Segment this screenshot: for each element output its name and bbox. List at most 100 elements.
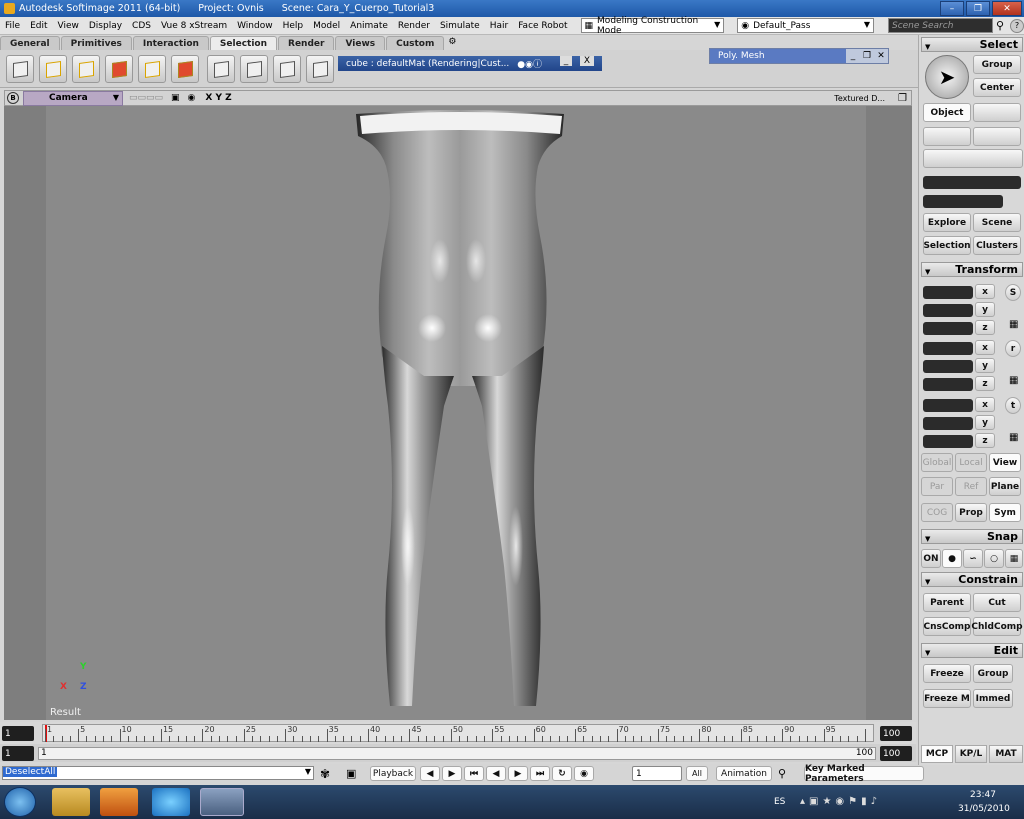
key-icon[interactable]: ⚲: [778, 767, 786, 780]
mode-dropdown[interactable]: ▦ Modeling Construction Mode ▼: [580, 16, 725, 36]
selection-button[interactable]: Selection: [923, 236, 971, 255]
selection-field-1[interactable]: [923, 176, 1021, 189]
translate-z-field[interactable]: [923, 435, 973, 448]
tab-mat[interactable]: MAT: [989, 745, 1023, 763]
translate-y-field[interactable]: [923, 417, 973, 430]
clock-date[interactable]: 31/05/2010: [958, 804, 1010, 814]
menu-simulate[interactable]: Simulate: [435, 21, 485, 31]
poly-minimize-button[interactable]: _: [846, 51, 860, 61]
range-start-field[interactable]: 1: [2, 746, 34, 761]
explorer-taskbar-icon[interactable]: [52, 788, 90, 816]
poly-restore-button[interactable]: ❐: [860, 51, 874, 61]
maximize-button[interactable]: ❐: [966, 1, 990, 16]
key-marked-parameters-button[interactable]: Key Marked Parameters: [804, 764, 924, 784]
help-icon[interactable]: ?: [1010, 18, 1024, 33]
translate-t-button[interactable]: t: [1005, 397, 1021, 414]
material-close-button[interactable]: X: [580, 56, 594, 66]
cut-button[interactable]: Cut: [973, 593, 1021, 612]
rotate-r-button[interactable]: r: [1005, 340, 1021, 357]
prop-button[interactable]: Prop: [955, 503, 987, 522]
snap-grid-icon[interactable]: ▦: [1005, 549, 1023, 568]
menu-cds[interactable]: CDS: [127, 21, 156, 31]
rotate-y-label[interactable]: y: [975, 358, 995, 373]
translate-lock-icon[interactable]: ▦: [1009, 432, 1018, 443]
internet-explorer-taskbar-icon[interactable]: [152, 788, 190, 816]
cog-button[interactable]: COG: [921, 503, 953, 522]
playback-button[interactable]: Playback: [370, 766, 416, 781]
scale-y-label[interactable]: y: [975, 302, 995, 317]
snap-point-icon[interactable]: ●: [942, 549, 962, 568]
softimage-taskbar-icon[interactable]: [200, 788, 244, 816]
parent-button[interactable]: Parent: [923, 593, 971, 612]
select-rectangle-tool[interactable]: [171, 55, 199, 83]
all-button[interactable]: All: [686, 766, 708, 781]
scale-lock-icon[interactable]: ▦: [1009, 319, 1018, 330]
loop-icon[interactable]: ↻: [552, 766, 572, 781]
timeline-end-field[interactable]: 100: [880, 726, 912, 741]
constrain-header[interactable]: ▼ Constrain: [921, 572, 1023, 587]
local-button[interactable]: Local: [955, 453, 987, 472]
edit-header[interactable]: ▼ Edit: [921, 643, 1023, 658]
animation-button[interactable]: Animation: [716, 766, 772, 781]
scene-search-input[interactable]: Scene Search: [887, 18, 994, 33]
menu-hair[interactable]: Hair: [485, 21, 513, 31]
last-frame-button[interactable]: ⏭: [530, 766, 550, 781]
first-frame-button[interactable]: ◀: [420, 766, 440, 781]
snap-surface-icon[interactable]: ○: [984, 549, 1004, 568]
sym-button[interactable]: Sym: [989, 503, 1021, 522]
poly-close-button[interactable]: ✕: [874, 51, 888, 61]
select-freeform-tool[interactable]: [240, 55, 268, 83]
pass-dropdown[interactable]: ◉ Default_Pass ▼: [737, 18, 874, 33]
3d-viewport[interactable]: Y X Z Result: [4, 106, 912, 720]
menu-vue[interactable]: Vue 8 xStream: [156, 21, 232, 31]
lock-icon[interactable]: ▣: [346, 767, 356, 780]
select-paint-tool[interactable]: [273, 55, 301, 83]
translate-x-label[interactable]: x: [975, 397, 995, 412]
viewport-toggle-buttons[interactable]: ▭▭▭▭: [129, 93, 163, 103]
range-bar[interactable]: 1 1 100 100: [0, 744, 916, 762]
scale-z-field[interactable]: [923, 322, 973, 335]
menu-model[interactable]: Model: [308, 21, 345, 31]
object-button[interactable]: Object: [923, 103, 971, 122]
eye-icon[interactable]: ◉: [188, 93, 196, 103]
scale-z-label[interactable]: z: [975, 320, 995, 335]
snap-header[interactable]: ▼ Snap: [921, 529, 1023, 544]
global-button[interactable]: Global: [921, 453, 953, 472]
scale-x-field[interactable]: [923, 286, 973, 299]
chldcomp-button[interactable]: ChldComp: [971, 617, 1023, 636]
camera-dropdown[interactable]: Camera ▼: [23, 90, 123, 106]
rewind-button[interactable]: ⏮: [464, 766, 484, 781]
timeline-ruler[interactable]: 1 5 10 15 20 25 30 35 40 45 50 55 60 65 70 75 80 85 90 95: [42, 724, 874, 742]
tab-options-icon[interactable]: ⚙: [448, 37, 456, 49]
select-point-tool[interactable]: [72, 55, 100, 83]
view-button[interactable]: View: [989, 453, 1021, 472]
timeline[interactable]: 1 1 5 10 15 20 25 30 35 40 45 50 55 60 65 70 75 80 85 90 95…: [0, 722, 916, 744]
scale-x-label[interactable]: x: [975, 284, 995, 299]
range-end-field[interactable]: 100: [880, 746, 912, 761]
xyz-toggle[interactable]: X Y Z: [205, 93, 231, 103]
menu-help[interactable]: Help: [278, 21, 309, 31]
timeline-start-field[interactable]: 1: [2, 726, 34, 741]
viewport-maximize-icon[interactable]: ❐: [898, 93, 907, 104]
scene-button[interactable]: Scene: [973, 213, 1021, 232]
menu-face-robot[interactable]: Face Robot: [513, 21, 572, 31]
script-icon[interactable]: ✾: [320, 767, 330, 781]
tab-selection[interactable]: Selection: [209, 36, 278, 50]
translate-y-label[interactable]: y: [975, 415, 995, 430]
tab-render[interactable]: Render: [278, 36, 335, 50]
selection-field-2[interactable]: [923, 195, 1003, 208]
rotate-z-label[interactable]: z: [975, 376, 995, 391]
immed-button[interactable]: Immed: [973, 689, 1013, 708]
display-mode-dropdown[interactable]: Textured D...: [834, 94, 885, 103]
menu-display[interactable]: Display: [84, 21, 127, 31]
current-frame-field[interactable]: 1: [632, 766, 682, 781]
material-minimize-button[interactable]: _: [560, 56, 572, 66]
tab-custom[interactable]: Custom: [386, 36, 445, 50]
empty-select-button-1[interactable]: [973, 103, 1021, 122]
rotate-x-label[interactable]: x: [975, 340, 995, 355]
edit-group-button[interactable]: Group: [973, 664, 1013, 683]
scale-y-field[interactable]: [923, 304, 973, 317]
select-raycast-tool[interactable]: [138, 55, 166, 83]
scale-s-button[interactable]: S: [1005, 284, 1021, 301]
select-lasso-tool[interactable]: [207, 55, 235, 83]
